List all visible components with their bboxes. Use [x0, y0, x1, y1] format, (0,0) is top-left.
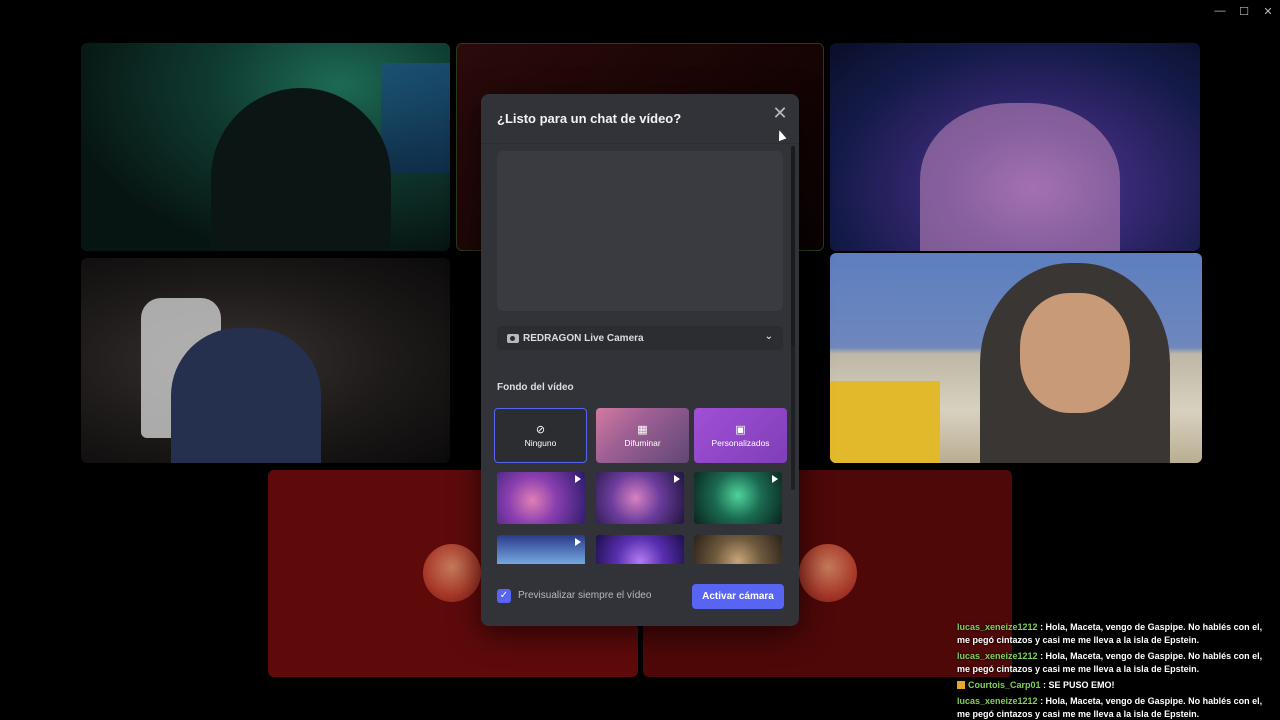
- jersey-image: [830, 381, 940, 463]
- ban-icon: ⊘: [535, 424, 546, 436]
- camera-select-value: REDRAGON Live Camera: [523, 332, 644, 344]
- participant-face: [1020, 293, 1130, 413]
- avatar: [799, 544, 857, 602]
- background-option-label: Difuminar: [624, 438, 661, 448]
- play-icon: [575, 475, 581, 483]
- activate-camera-button[interactable]: Activar cámara: [692, 584, 784, 609]
- image-add-icon: ▣: [735, 424, 746, 436]
- video-tile-4[interactable]: [81, 258, 450, 463]
- chat-badge-icon: [957, 681, 965, 689]
- background-section-label: Fondo del vídeo: [497, 382, 574, 393]
- preview-checkbox-label[interactable]: Previsualizar siempre el vídeo: [518, 590, 651, 601]
- chevron-down-icon: ⌄: [764, 331, 773, 342]
- modal-header: ¿Listo para un chat de vídeo? ✕: [481, 94, 799, 144]
- window-controls: — ☐ ✕: [1208, 0, 1280, 22]
- avatar: [423, 544, 481, 602]
- chat-username: lucas_xeneize1212: [957, 651, 1038, 661]
- video-chat-modal: ¿Listo para un chat de vídeo? ✕ REDRAGON…: [481, 94, 799, 626]
- background-option-blur[interactable]: ▦ Difuminar: [596, 408, 689, 463]
- stream-chat: lucas_xeneize1212 : Hola, Maceta, vengo …: [957, 621, 1277, 720]
- chat-message: lucas_xeneize1212 : Hola, Maceta, vengo …: [957, 695, 1277, 720]
- modal-scrollbar[interactable]: [791, 146, 795, 490]
- video-tile-3[interactable]: [830, 43, 1200, 251]
- modal-scroll-body: REDRAGON Live Camera ⌄ Fondo del vídeo ⊘…: [481, 144, 791, 564]
- video-tile-5[interactable]: [830, 253, 1202, 463]
- background-thumbnail[interactable]: [497, 535, 585, 564]
- play-icon: [575, 538, 581, 546]
- camera-preview: [497, 151, 783, 311]
- maximize-button[interactable]: ☐: [1232, 0, 1256, 22]
- participant-silhouette: [211, 88, 391, 251]
- play-icon: [674, 475, 680, 483]
- background-thumbnail[interactable]: [694, 472, 782, 524]
- close-icon[interactable]: ✕: [771, 104, 789, 122]
- background-option-label: Ninguno: [524, 438, 557, 448]
- chat-message: lucas_xeneize1212 : Hola, Maceta, vengo …: [957, 650, 1277, 676]
- background-option-label: Personalizados: [711, 438, 770, 448]
- modal-title: ¿Listo para un chat de vídeo?: [497, 111, 682, 126]
- chat-username: Courtois_Carp01: [968, 680, 1041, 690]
- blur-icon: ▦: [637, 424, 648, 436]
- play-icon: [772, 475, 778, 483]
- window-close-button[interactable]: ✕: [1256, 0, 1280, 22]
- scrollbar-thumb[interactable]: [791, 146, 795, 346]
- chat-username: lucas_xeneize1212: [957, 622, 1038, 632]
- background-thumbnail[interactable]: [694, 535, 782, 564]
- chat-message: lucas_xeneize1212 : Hola, Maceta, vengo …: [957, 621, 1277, 647]
- background-thumbnail[interactable]: [497, 472, 585, 524]
- chat-message: Courtois_Carp01 : SE PUSO EMO!: [957, 679, 1277, 692]
- modal-footer: ✓ Previsualizar siempre el vídeo Activar…: [481, 572, 799, 626]
- chat-username: lucas_xeneize1212: [957, 696, 1038, 706]
- background-thumbnail[interactable]: [596, 472, 684, 524]
- video-tile-1[interactable]: [81, 43, 450, 251]
- camera-icon: [507, 333, 519, 343]
- camera-select[interactable]: REDRAGON Live Camera ⌄: [497, 326, 783, 350]
- mouse-cursor-icon: [775, 128, 787, 142]
- minimize-button[interactable]: —: [1208, 0, 1232, 22]
- background-thumbnail[interactable]: [596, 535, 684, 564]
- participant-silhouette: [171, 328, 321, 463]
- background-option-custom[interactable]: ▣ Personalizados: [694, 408, 787, 463]
- participant-silhouette: [920, 103, 1120, 251]
- chat-text: : SE PUSO EMO!: [1040, 680, 1115, 690]
- preview-checkbox[interactable]: ✓: [497, 589, 511, 603]
- poster-image: [381, 63, 450, 173]
- background-option-none[interactable]: ⊘ Ninguno: [494, 408, 587, 463]
